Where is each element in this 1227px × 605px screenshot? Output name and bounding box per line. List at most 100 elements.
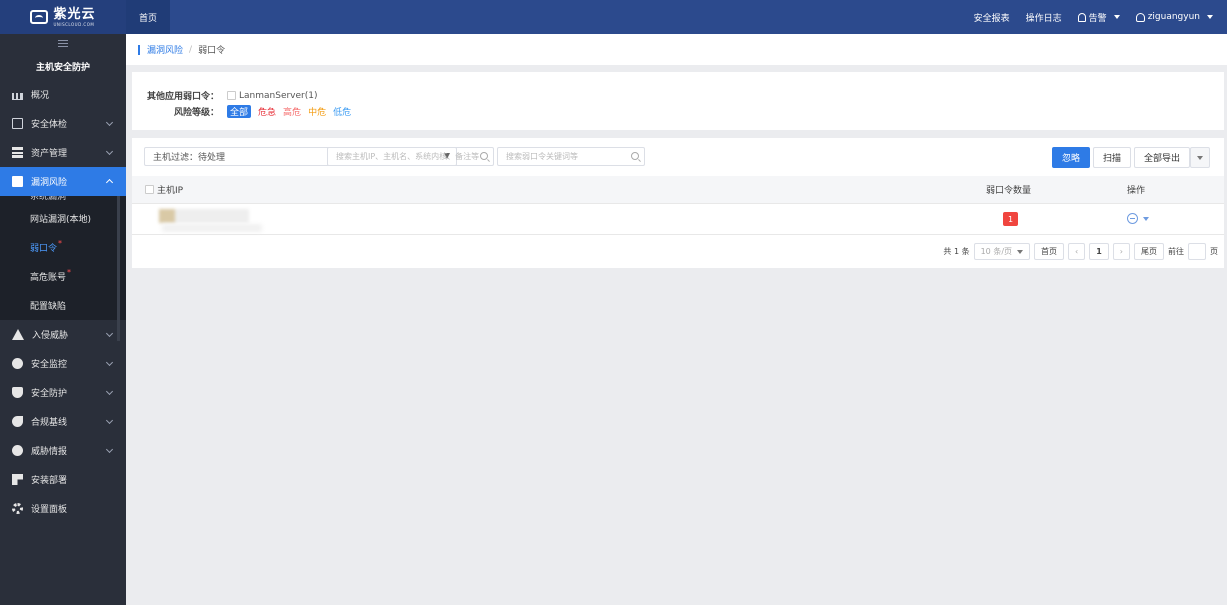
- lanman-option[interactable]: LanmanServer(1): [239, 91, 317, 101]
- chevron-down-icon: [105, 358, 114, 367]
- checkup-icon: [12, 118, 23, 129]
- logo[interactable]: 紫光云 UNISCLOUD.COM: [0, 0, 126, 34]
- sidebar-subitem-risky-account[interactable]: 高危账号 *: [0, 262, 126, 291]
- chevron-down-icon: [105, 329, 114, 338]
- collapse-sidebar-button[interactable]: [0, 34, 126, 52]
- chevron-down-icon: [105, 445, 114, 454]
- user-menu[interactable]: ziguangyun: [1135, 12, 1213, 22]
- sidebar-item-monitor[interactable]: 安全监控: [0, 349, 126, 378]
- chevron-down-icon: [105, 147, 114, 156]
- search-icon[interactable]: [480, 152, 488, 160]
- sidebar-subitem-system-vuln[interactable]: 系统漏洞: [0, 196, 126, 204]
- keyword-search-input[interactable]: 搜索弱口令关键词等: [497, 147, 645, 166]
- new-dot: *: [67, 268, 72, 277]
- sidebar-item-protection[interactable]: 安全防护: [0, 378, 126, 407]
- new-dot: *: [58, 239, 63, 248]
- cloud-logo-icon: [30, 10, 49, 24]
- gear-icon: [12, 503, 23, 514]
- sidebar-item-threat-intel[interactable]: 威胁情报: [0, 436, 126, 465]
- chevron-down-icon: [1113, 15, 1120, 19]
- breadcrumb-separator: /: [189, 44, 193, 55]
- table-row[interactable]: 1: [132, 204, 1224, 235]
- top-bar: 紫光云 UNISCLOUD.COM 首页 安全报表 操作日志 告警 ziguan…: [0, 0, 1227, 34]
- sidebar-subitem-weak-password[interactable]: 弱口令 *: [0, 233, 126, 262]
- export-all-button[interactable]: 全部导出: [1134, 147, 1190, 168]
- goto-page-input[interactable]: [1188, 243, 1206, 260]
- sidebar-item-assets[interactable]: 资产管理: [0, 138, 126, 167]
- lanman-checkbox[interactable]: [227, 91, 237, 100]
- prev-page-button[interactable]: ‹: [1068, 243, 1086, 260]
- sidebar-item-install[interactable]: 安装部署: [0, 465, 126, 494]
- risk-level-label: 风险等级：: [174, 108, 220, 118]
- chevron-down-icon[interactable]: [1143, 217, 1149, 221]
- redacted-host-ip: [159, 209, 249, 223]
- risk-filter-high[interactable]: 高危: [283, 105, 301, 118]
- col-host-ip[interactable]: 主机IP: [157, 183, 183, 196]
- redacted-host-name: [162, 224, 262, 232]
- risk-filter-critical[interactable]: 危急: [258, 105, 276, 118]
- page-unit: 页: [1210, 247, 1218, 256]
- sidebar-subitem-config-defect[interactable]: 配置缺陷: [0, 291, 126, 320]
- risk-filter-all[interactable]: 全部: [227, 105, 252, 118]
- sidebar-item-intrusion[interactable]: 入侵威胁: [0, 320, 126, 349]
- sidebar-subitem-web-vuln[interactable]: 网站漏洞(本地): [0, 204, 126, 233]
- last-page-button[interactable]: 尾页: [1134, 243, 1164, 260]
- operation-log-link[interactable]: 操作日志: [1026, 11, 1062, 24]
- gift-icon: [12, 176, 23, 187]
- ignore-button[interactable]: 忽略: [1052, 147, 1090, 168]
- breadcrumb-current: 弱口令: [198, 46, 226, 56]
- sidebar-item-compliance[interactable]: 合规基线: [0, 407, 126, 436]
- nav-home[interactable]: 首页: [126, 0, 170, 34]
- chevron-down-icon: [1207, 15, 1213, 19]
- bar-chart-icon: [12, 89, 23, 100]
- menu-icon: [58, 39, 68, 47]
- table-panel: 主机过滤：待处理 搜索主机IP、主机名、系统内核、备注等 搜索弱口令关键词等 忽…: [132, 138, 1224, 268]
- leaf-icon: [12, 416, 23, 427]
- chevron-down-icon: [1017, 249, 1024, 254]
- sidebar-item-checkup[interactable]: 安全体检: [0, 109, 126, 138]
- col-action: 操作: [1127, 186, 1146, 196]
- goto-label: 前往: [1168, 247, 1184, 256]
- table-header: 主机IP 弱口令数量 操作: [132, 176, 1224, 204]
- chevron-down-icon: [1197, 155, 1203, 160]
- filter-panel: 其他应用弱口令： LanmanServer(1) 风险等级： 全部 危急 高危 …: [132, 72, 1224, 130]
- chevron-up-icon: [105, 178, 114, 187]
- vuln-risk-submenu: 系统漏洞 网站漏洞(本地) 弱口令 * 高危账号 * 配置缺陷: [0, 196, 126, 341]
- pagination: 共 1 条 10 条/页 首页 ‹ 1 › 尾页 前往 页: [943, 243, 1218, 260]
- col-weak-count[interactable]: 弱口令数量: [986, 183, 1031, 196]
- sidebar-item-overview[interactable]: 概况: [0, 80, 126, 109]
- page-number[interactable]: 1: [1089, 243, 1109, 260]
- stack-icon: [12, 147, 23, 158]
- next-page-button[interactable]: ›: [1112, 243, 1130, 260]
- sidebar-item-vuln-risk[interactable]: 漏洞风险: [0, 167, 126, 196]
- host-search-input[interactable]: 搜索主机IP、主机名、系统内核、备注等: [327, 147, 494, 166]
- weak-count-badge[interactable]: 1: [1003, 212, 1018, 226]
- logo-text: 紫光云: [53, 6, 96, 22]
- first-page-button[interactable]: 首页: [1034, 243, 1065, 260]
- breadcrumb-parent-link[interactable]: 漏洞风险: [147, 43, 183, 56]
- sidebar: 主机安全防护 概况 安全体检 资产管理 漏洞风险 系统漏洞 网站漏洞(本地) 弱…: [0, 34, 126, 605]
- chevron-down-icon: [105, 416, 114, 425]
- chevron-down-icon: [105, 387, 114, 396]
- breadcrumb-marker: [138, 44, 140, 55]
- bell-icon: [1077, 12, 1086, 22]
- scan-button[interactable]: 扫描: [1093, 147, 1131, 168]
- risk-filter-low[interactable]: 低危: [333, 105, 351, 118]
- risk-filter-medium[interactable]: 中危: [308, 105, 326, 118]
- more-actions-icon[interactable]: [1127, 213, 1138, 224]
- security-report-link[interactable]: 安全报表: [974, 11, 1010, 24]
- monitor-icon: [12, 358, 23, 369]
- warning-icon: [12, 329, 24, 340]
- select-all-checkbox[interactable]: [145, 185, 154, 194]
- export-dropdown-button[interactable]: [1190, 147, 1210, 168]
- user-icon: [1135, 12, 1145, 22]
- sidebar-item-settings[interactable]: 设置面板: [0, 494, 126, 523]
- search-icon[interactable]: [631, 152, 639, 160]
- alerts-menu[interactable]: 告警: [1077, 11, 1120, 24]
- other-app-label: 其他应用弱口令：: [147, 92, 220, 102]
- chevron-down-icon: [105, 118, 114, 127]
- breadcrumb: 漏洞风险 / 弱口令: [126, 34, 1227, 65]
- page-size-select[interactable]: 10 条/页: [973, 243, 1031, 260]
- total-count: 共 1 条: [943, 247, 970, 256]
- logo-subtext: UNISCLOUD.COM: [53, 21, 95, 27]
